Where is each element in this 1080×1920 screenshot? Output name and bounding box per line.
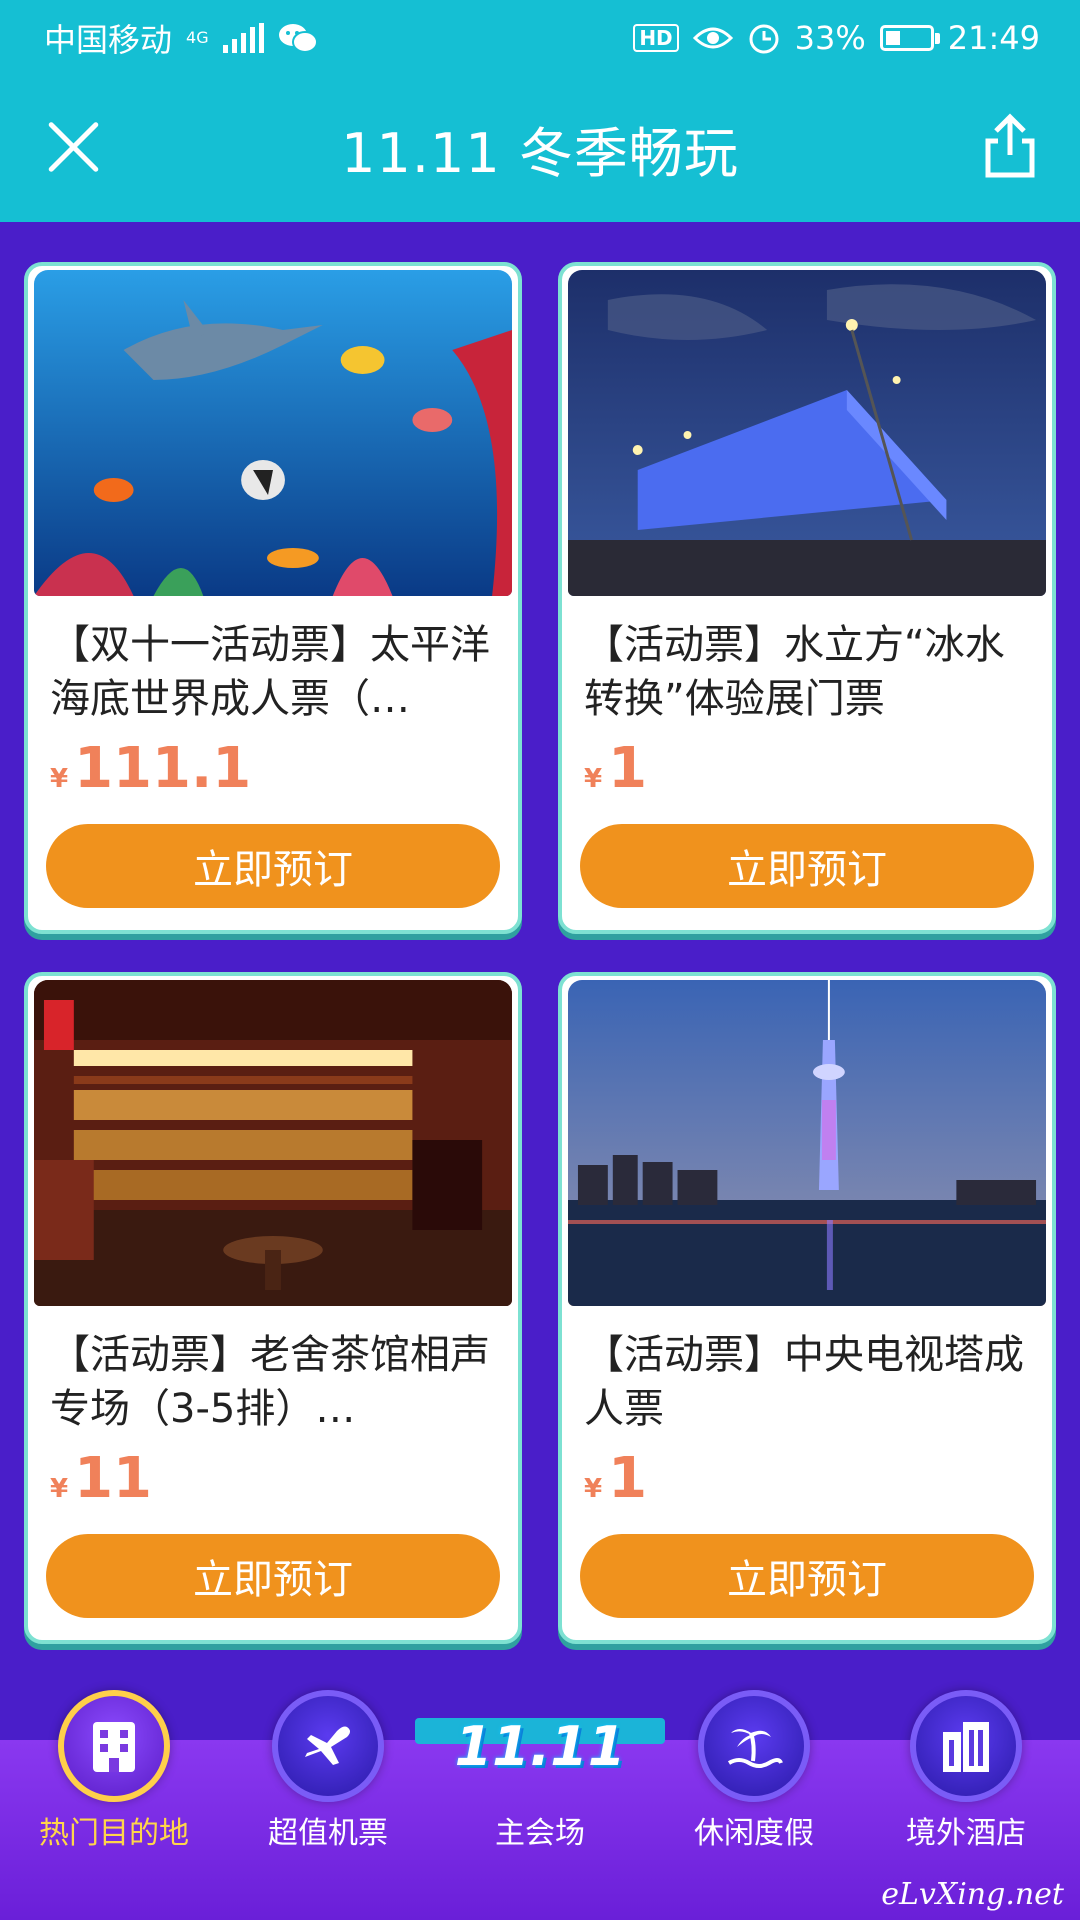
card-title[interactable]: 【双十一活动票】太平洋海底世界成人票（… xyxy=(50,618,498,726)
nav-label: 主会场 xyxy=(495,1816,585,1851)
price: ¥ 1 xyxy=(584,736,647,801)
wechat-icon xyxy=(278,23,318,53)
card-title[interactable]: 【活动票】水立方“冰水转换”体验展门票 xyxy=(584,618,1032,726)
nav-item-hot-destinations[interactable]: 热门目的地 xyxy=(24,1690,204,1852)
palm-island-icon xyxy=(698,1690,810,1802)
nav-label: 超值机票 xyxy=(268,1816,388,1851)
currency-symbol: ¥ xyxy=(584,764,603,794)
book-now-button[interactable]: 立即预订 xyxy=(580,824,1034,908)
signal-icon xyxy=(222,22,264,53)
aquarium-photo[interactable] xyxy=(34,270,512,596)
nav-item-flights[interactable]: 超值机票 xyxy=(238,1690,418,1852)
network-text: 4G xyxy=(186,27,209,47)
nav-label: 境外酒店 xyxy=(906,1816,1026,1851)
teahouse-photo[interactable] xyxy=(34,980,512,1306)
price-value: 11 xyxy=(74,1446,153,1511)
status-left: 中国移动 4G xyxy=(44,15,318,61)
alarm-icon xyxy=(749,24,779,53)
ticket-card[interactable]: 【双十一活动票】太平洋海底世界成人票（… ¥ 111.1 立即预订 xyxy=(24,262,522,934)
price: ¥ 11 xyxy=(50,1446,152,1511)
page-title: 11.11 冬季畅玩 xyxy=(341,122,739,185)
tv-tower-photo[interactable] xyxy=(568,980,1046,1306)
ticket-card[interactable]: 【活动票】水立方“冰水转换”体验展门票 ¥ 1 立即预订 xyxy=(558,262,1056,934)
hd-badge: HD xyxy=(633,23,679,52)
share-icon[interactable] xyxy=(982,111,1038,181)
status-right: HD 33% 21:49 xyxy=(633,19,1040,57)
price: ¥ 1 xyxy=(584,1446,647,1511)
ticket-card[interactable]: 【活动票】老舍茶馆相声专场（3-5排）… ¥ 11 立即预订 xyxy=(24,972,522,1644)
building-icon xyxy=(58,1690,170,1802)
currency-symbol: ¥ xyxy=(584,1474,603,1504)
water-cube-photo[interactable] xyxy=(568,270,1046,596)
battery-percent: 33% xyxy=(794,18,866,57)
price: ¥ 111.1 xyxy=(50,736,251,801)
nav-label: 休闲度假 xyxy=(694,1816,814,1851)
currency-symbol: ¥ xyxy=(50,764,69,794)
clock-time: 21:49 xyxy=(947,18,1040,57)
book-now-button[interactable]: 立即预订 xyxy=(580,1534,1034,1618)
battery-icon xyxy=(879,24,940,51)
airplane-icon xyxy=(272,1690,384,1802)
price-value: 1 xyxy=(608,1446,648,1511)
ticket-grid: 【双十一活动票】太平洋海底世界成人票（… ¥ 111.1 立即预订 【活动票】水… xyxy=(24,262,1056,1644)
price-value: 1 xyxy=(608,736,648,801)
status-bar: 中国移动 4G HD 33% 21:49 xyxy=(0,0,1080,75)
nav-item-leisure[interactable]: 休闲度假 xyxy=(664,1690,844,1852)
main-venue-logo-text: 11.11 xyxy=(454,1714,626,1778)
ticket-card[interactable]: 【活动票】中央电视塔成人票 ¥ 1 立即预订 xyxy=(558,972,1056,1644)
book-now-button[interactable]: 立即预订 xyxy=(46,1534,500,1618)
close-icon[interactable] xyxy=(45,119,101,175)
book-now-button[interactable]: 立即预订 xyxy=(46,824,500,908)
nav-item-overseas-hotels[interactable]: 境外酒店 xyxy=(876,1690,1056,1852)
page-header: 11.11 冬季畅玩 xyxy=(0,75,1080,222)
price-value: 111.1 xyxy=(74,736,252,801)
eye-icon xyxy=(692,27,733,48)
nav-label: 热门目的地 xyxy=(39,1816,189,1851)
hotel-icon xyxy=(910,1690,1022,1802)
1111-logo: 11.11 xyxy=(455,1690,626,1802)
carrier-text: 中国移动 xyxy=(44,20,173,59)
currency-symbol: ¥ xyxy=(50,1474,69,1504)
card-title[interactable]: 【活动票】中央电视塔成人票 xyxy=(584,1328,1032,1436)
nav-item-main-venue[interactable]: 11.11 主会场 xyxy=(450,1690,630,1852)
card-title[interactable]: 【活动票】老舍茶馆相声专场（3-5排）… xyxy=(50,1328,498,1436)
watermark: eLvXing.net xyxy=(881,1877,1064,1912)
